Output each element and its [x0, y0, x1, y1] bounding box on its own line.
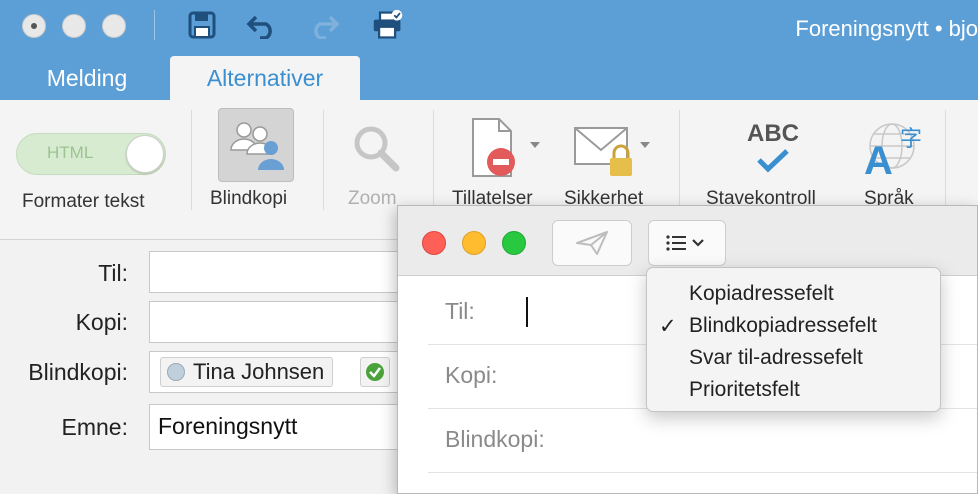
ribbon-divider	[945, 110, 946, 210]
redo-icon	[308, 9, 340, 41]
menu-item-cc-field[interactable]: Kopiadressefelt	[689, 282, 834, 306]
cc-label: Kopi:	[75, 309, 128, 335]
close-window-button[interactable]	[422, 231, 446, 255]
spellcheck-icon[interactable]: ABC	[738, 118, 808, 180]
recipient-chip[interactable]	[360, 357, 390, 387]
ribbon-divider	[433, 110, 434, 210]
list-chevron-icon	[666, 235, 704, 251]
svg-text:A: A	[864, 139, 893, 182]
bcc-button-label: Blindkopi	[210, 188, 288, 209]
ribbon-divider	[191, 110, 192, 210]
ribbon-tabs: Melding Alternativer	[0, 56, 978, 100]
to-field[interactable]	[149, 251, 409, 293]
close-window-button[interactable]	[22, 14, 46, 38]
tab-alternativer[interactable]: Alternativer	[170, 56, 360, 100]
zoom-icon	[346, 118, 406, 178]
save-icon[interactable]	[186, 9, 218, 41]
language-icon[interactable]: A字	[862, 116, 932, 182]
cc-field[interactable]	[149, 301, 409, 343]
to-label: Til:	[98, 260, 128, 286]
toggle-knob	[126, 135, 164, 173]
overlay-bcc-label: Blindkopi:	[445, 426, 545, 452]
overlay-to-label: Til:	[445, 298, 475, 324]
menu-item-bcc-field[interactable]: Blindkopiadressefelt	[689, 314, 877, 338]
format-text-label: Formater tekst	[22, 191, 145, 212]
bcc-field[interactable]: Tina Johnsen	[149, 351, 409, 393]
security-envelope-lock-icon[interactable]	[572, 120, 638, 180]
subject-field[interactable]: Foreningsnytt	[149, 404, 409, 450]
overlay-cc-label: Kopi:	[445, 362, 498, 388]
spellcheck-icon-text: ABC	[747, 120, 799, 147]
ribbon-divider	[679, 110, 680, 210]
send-icon	[576, 231, 608, 255]
print-icon[interactable]	[372, 9, 404, 41]
bcc-button[interactable]	[218, 108, 294, 182]
overlay-bcc-row[interactable]: Blindkopi:	[428, 409, 977, 473]
chevron-down-icon[interactable]	[640, 142, 650, 148]
ribbon-divider	[323, 110, 324, 210]
zoom-window-button[interactable]	[102, 14, 126, 38]
subject-value: Foreningsnytt	[158, 413, 298, 439]
compose-toolbar	[398, 206, 977, 276]
checkmark-icon: ✓	[659, 315, 677, 338]
window-title: Foreningsnytt • bjo	[795, 16, 978, 41]
zoom-window-button[interactable]	[502, 231, 526, 255]
toggle-label: HTML	[47, 143, 94, 162]
contact-status-icon	[167, 363, 185, 381]
field-options-menu: Kopiadressefelt ✓ Blindkopiadressefelt S…	[646, 267, 941, 412]
format-html-toggle[interactable]: HTML	[16, 133, 166, 175]
undo-icon[interactable]	[246, 9, 278, 41]
bcc-label: Blindkopi:	[28, 359, 128, 385]
svg-text:字: 字	[900, 127, 922, 152]
menu-item-reply-to-field[interactable]: Svar til-adressefelt	[689, 346, 863, 370]
chevron-down-icon[interactable]	[530, 142, 540, 148]
toolbar-divider	[154, 10, 155, 40]
menu-item-priority-field[interactable]: Prioritetsfelt	[689, 378, 800, 402]
zoom-label: Zoom	[348, 188, 397, 209]
text-cursor	[526, 297, 528, 327]
minimize-window-button[interactable]	[462, 231, 486, 255]
send-button[interactable]	[552, 220, 632, 266]
subject-label: Emne:	[61, 414, 128, 440]
bcc-people-icon	[230, 122, 284, 170]
verified-check-icon	[366, 363, 384, 381]
field-options-button[interactable]	[648, 220, 726, 266]
minimize-window-button[interactable]	[62, 14, 86, 38]
tab-melding[interactable]: Melding	[22, 56, 152, 100]
permissions-icon[interactable]	[464, 116, 528, 182]
recipient-chip[interactable]: Tina Johnsen	[160, 357, 334, 387]
title-bar: Foreningsnytt • bjo	[0, 0, 978, 56]
recipient-name: Tina Johnsen	[193, 359, 325, 384]
